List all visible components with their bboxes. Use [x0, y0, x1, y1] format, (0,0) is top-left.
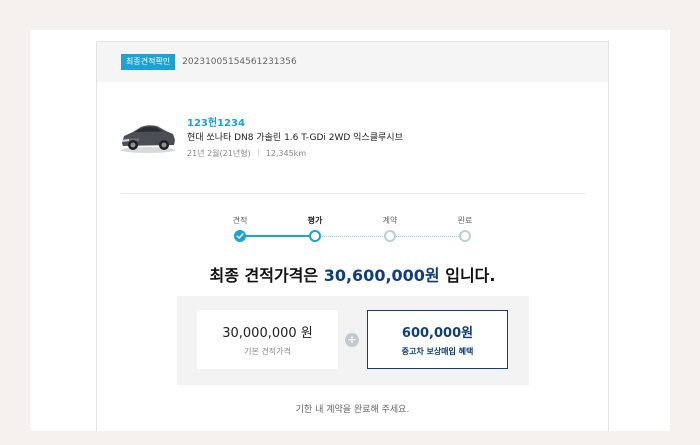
final-price-heading: 최종 견적가격은 30,600,000원 입니다.: [97, 262, 608, 286]
check-icon: [236, 233, 244, 239]
final-price-prefix: 최종 견적가격은: [209, 266, 319, 285]
quote-number: 20231005154561231356: [182, 57, 297, 67]
step-dot-contract: [384, 230, 396, 242]
base-price-value: 30,000,000 원: [222, 326, 313, 341]
vehicle-info: 123헌1234 현대 쏘나타 DN8 가솔린 1.6 T-GDi 2WD 익스…: [97, 82, 608, 194]
tradein-bonus-box: 600,000원 중고차 보상매입 혜택: [367, 310, 508, 369]
base-price-label: 기본 견적가격: [244, 347, 291, 356]
price-breakdown: 30,000,000 원 기본 견적가격 + 600,000원 중고차 보상매입…: [177, 296, 529, 385]
deadline-note: 기한 내 계약을 완료해 주세요.: [295, 405, 410, 415]
base-price-box: 30,000,000 원 기본 견적가격: [197, 310, 338, 369]
vehicle-meta: 21년 2월(21년형) 12,345km: [187, 148, 306, 159]
final-quote-badge: 최종견적확인: [121, 54, 176, 70]
final-price-amount: 30,600,000원: [323, 266, 440, 285]
step-connector-done: [240, 235, 315, 237]
step-dot-evaluation: [309, 230, 321, 242]
step-dot-complete: [459, 230, 471, 242]
vehicle-model: 현대 쏘나타 DN8 가솔린 1.6 T-GDi 2WD 익스클루시브: [187, 133, 403, 143]
step-label-quote: 견적: [232, 216, 248, 225]
step-label-evaluation: 평가: [307, 216, 323, 225]
tradein-bonus-value: 600,000원: [401, 326, 474, 341]
meta-divider: [257, 149, 259, 157]
tradein-bonus-label: 중고차 보상매입 혜택: [401, 347, 474, 356]
vehicle-mileage: 12,345km: [265, 149, 307, 158]
step-label-contract: 계약: [382, 216, 398, 225]
vehicle-year: 21년 2월(21년형): [187, 149, 251, 158]
car-image: [121, 125, 175, 153]
quote-header: 최종견적확인 20231005154561231356: [97, 42, 608, 82]
progress-steps: 견적 평가 계약 완료: [97, 212, 608, 252]
page-background: 최종견적확인 20231005154561231356 123헌1234 현대 …: [30, 30, 670, 431]
step-label-complete: 완료: [457, 216, 473, 225]
license-plate: 123헌1234: [187, 118, 245, 129]
section-divider: [121, 193, 586, 194]
final-price-suffix: 입니다.: [445, 266, 496, 285]
quote-card: 최종견적확인 20231005154561231356 123헌1234 현대 …: [96, 41, 609, 431]
plus-icon: +: [345, 333, 359, 347]
step-dot-quote: [234, 230, 246, 242]
